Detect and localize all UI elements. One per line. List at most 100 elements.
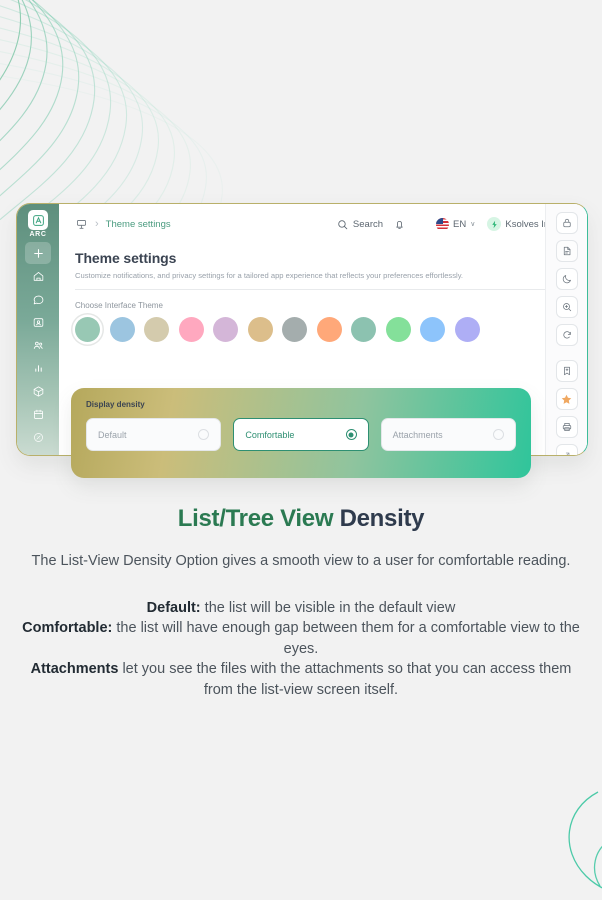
plus-icon	[33, 248, 43, 258]
caption-heading-green: List/Tree View	[177, 505, 340, 532]
sidebar-item-add[interactable]	[25, 242, 51, 264]
page-subtitle: Customize notifications, and privacy set…	[75, 271, 464, 280]
theme-swatch-teal-sage[interactable]	[75, 317, 100, 342]
notifications-button[interactable]	[393, 218, 406, 231]
sidebar-item-reports[interactable]	[25, 357, 51, 379]
panel-icon[interactable]	[75, 218, 88, 231]
theme-swatch-pink[interactable]	[178, 317, 204, 342]
density-option-default[interactable]: Default	[86, 418, 222, 451]
caption-list-term: Default:	[146, 599, 201, 616]
theme-swatch-gray[interactable]	[282, 317, 307, 342]
calendar-icon	[33, 409, 43, 419]
us-flag-icon	[436, 217, 450, 231]
arc-logo-icon	[32, 214, 44, 226]
star-icon	[561, 394, 572, 404]
caption-list-term: Attachments	[30, 661, 119, 678]
search-label: Search	[352, 218, 384, 230]
document-icon	[563, 246, 570, 256]
right-icon-rail	[545, 204, 587, 455]
chat-icon	[33, 295, 43, 304]
rail-button-favorite[interactable]	[555, 388, 578, 410]
users-icon	[33, 341, 43, 349]
section-divider	[75, 289, 571, 290]
background-contour-decoration	[0, 0, 223, 220]
lock-icon	[562, 218, 571, 228]
theme-swatch-list	[75, 317, 571, 342]
display-density-card: Display density Default Comfortable Attach…	[71, 388, 531, 478]
caption-block: List/Tree View Density The List-View Den…	[0, 505, 602, 700]
search-icon	[338, 219, 348, 229]
theme-section-label: Choose Interface Theme	[75, 301, 163, 310]
theme-swatch-sand[interactable]	[144, 317, 169, 342]
caption-list-item: Default: the list will be visible in the…	[146, 599, 456, 616]
zoom-in-icon	[562, 303, 571, 312]
caption-lead: The List-View Density Option gives a smo…	[31, 553, 571, 569]
density-option-attachments[interactable]: Attachments	[380, 418, 516, 451]
breadcrumb-separator: ›	[95, 218, 99, 230]
theme-swatch-tan[interactable]	[247, 317, 273, 342]
theme-swatch-blue[interactable]	[420, 317, 445, 342]
breadcrumb-current[interactable]: Theme settings	[106, 219, 171, 230]
theme-swatch-lilac[interactable]	[213, 317, 238, 342]
density-option-label: Comfortable	[245, 429, 295, 440]
top-bar: › Theme settings Search EN ∨ Ksolves Ind…	[75, 204, 571, 240]
rail-button-print[interactable]	[555, 416, 578, 438]
chevron-down-icon: ∨	[470, 221, 476, 228]
rail-button-dark-mode[interactable]	[555, 268, 578, 290]
theme-swatch-teal[interactable]	[351, 317, 376, 342]
box-icon	[33, 385, 43, 397]
background-curve-decoration	[568, 791, 602, 889]
refresh-icon	[562, 331, 571, 339]
sidebar-item-calendar[interactable]	[25, 403, 51, 425]
sidebar-item-settings[interactable]	[25, 426, 51, 448]
sidebar-item-home[interactable]	[25, 265, 51, 287]
breadcrumb: › Theme settings	[75, 218, 171, 231]
caption-list-term: Comfortable:	[22, 620, 113, 637]
theme-swatch-green[interactable]	[385, 317, 411, 342]
messages-button[interactable]	[414, 218, 427, 231]
bell-icon	[396, 220, 403, 229]
theme-swatch-sky-blue[interactable]	[109, 317, 135, 342]
caption-heading-dark: Density	[339, 505, 425, 532]
bar-chart-icon	[34, 364, 42, 372]
lightning-icon	[487, 217, 502, 231]
caption-list-item: Attachments let you see the files with t…	[30, 661, 572, 698]
rail-button-lock[interactable]	[555, 212, 578, 234]
chat-icon	[414, 218, 427, 231]
rail-button-refresh[interactable]	[555, 324, 578, 346]
display-density-options: Default Comfortable Attachments	[86, 418, 516, 451]
search-button[interactable]: Search	[336, 218, 383, 231]
left-sidebar: ARC	[17, 204, 59, 455]
language-label: EN	[453, 218, 467, 230]
density-option-radio[interactable]	[345, 429, 357, 440]
sidebar-item-products[interactable]	[25, 380, 51, 402]
rail-button-document[interactable]	[555, 240, 578, 262]
page-title: Theme settings	[75, 250, 177, 266]
caption-list-item: Comfortable: the list will have enough g…	[22, 620, 580, 657]
sidebar-item-users[interactable]	[25, 334, 51, 356]
density-option-label: Default	[98, 429, 127, 440]
arc-logo-text: ARC	[29, 231, 47, 238]
display-density-title: Display density	[86, 400, 145, 409]
rail-button-expand[interactable]	[555, 444, 578, 455]
lightning-glyph	[492, 220, 497, 228]
sidebar-item-messages[interactable]	[25, 288, 51, 310]
theme-swatch-periwinkle[interactable]	[454, 317, 480, 342]
caption-heading: List/Tree View Density	[22, 505, 580, 533]
density-option-radio[interactable]	[198, 429, 210, 440]
language-selector[interactable]: EN ∨	[436, 217, 476, 231]
printer-icon	[562, 423, 571, 431]
density-option-comfortable[interactable]: Comfortable	[233, 418, 369, 451]
arc-logo[interactable]	[28, 210, 48, 230]
rail-button-bookmark[interactable]	[555, 360, 578, 382]
theme-swatch-peach[interactable]	[316, 317, 342, 342]
density-option-label: Attachments	[392, 429, 443, 440]
gear-icon	[33, 432, 43, 442]
caption-list: Default: the list will be visible in the…	[22, 598, 580, 701]
rail-button-zoom-in[interactable]	[555, 296, 578, 318]
density-option-radio[interactable]	[492, 429, 504, 440]
expand-arrow-icon	[565, 452, 569, 455]
sidebar-item-contacts[interactable]	[25, 311, 51, 333]
moon-icon	[562, 275, 571, 284]
home-icon	[33, 271, 43, 281]
